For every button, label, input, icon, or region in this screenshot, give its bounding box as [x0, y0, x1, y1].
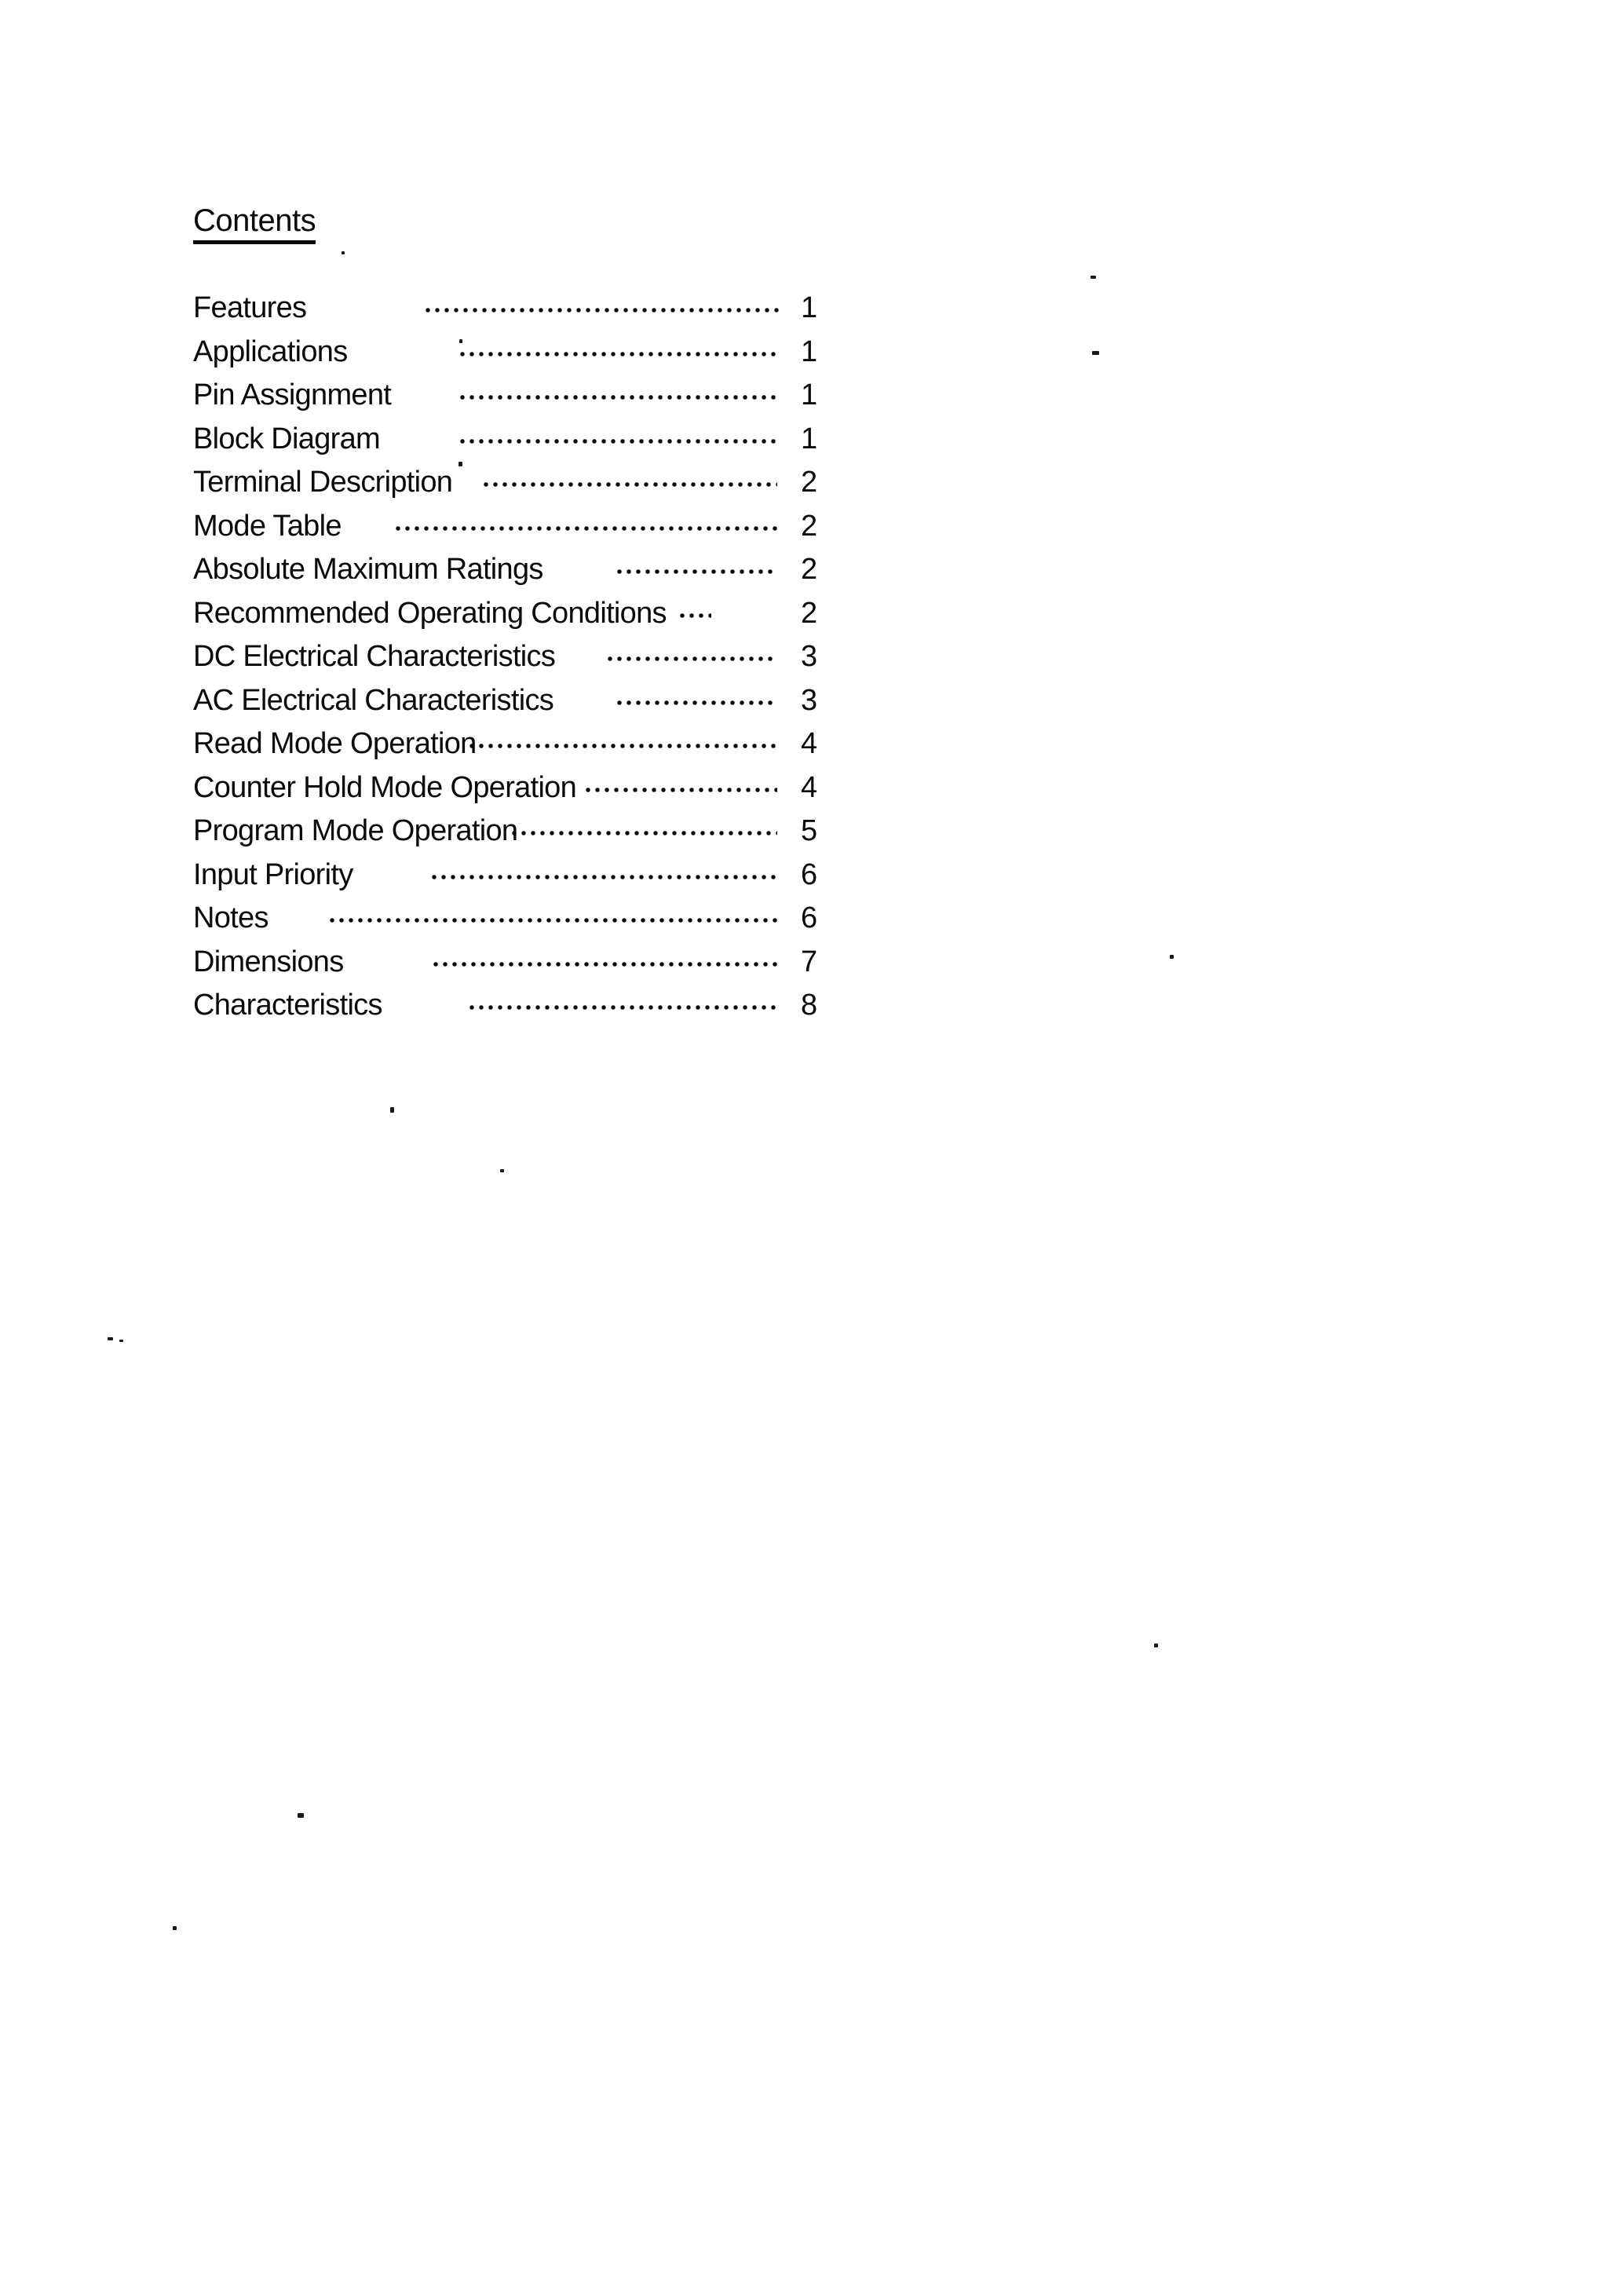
toc-dot-leader: [330, 918, 777, 923]
toc-entry[interactable]: Absolute Maximum Ratings 2: [193, 554, 853, 598]
toc-dot-leader: [484, 482, 777, 488]
toc-entry-label: Features: [193, 291, 307, 324]
toc-entry-label: Counter Hold Mode Operation: [193, 770, 577, 804]
toc-entry-page-number: 1: [801, 335, 818, 368]
toc-entry[interactable]: Applications 1: [193, 336, 853, 380]
toc-entry-label: AC Electrical Characteristics: [193, 683, 554, 717]
scan-speck: [459, 339, 462, 343]
toc-dot-leader: [586, 787, 777, 793]
toc-entry-page-number: 4: [801, 727, 818, 760]
toc-dot-leader: [426, 308, 780, 313]
toc-entry[interactable]: Block Diagram 1: [193, 423, 853, 467]
toc-entry-page-number: 1: [801, 378, 818, 411]
toc-dot-leader: [680, 612, 711, 619]
toc-dot-leader: [512, 831, 777, 836]
scan-speck: [458, 462, 462, 466]
toc-entry-label: Read Mode Operation: [193, 727, 477, 760]
toc-dot-leader: [469, 744, 777, 749]
toc-entry-page-number: 6: [801, 901, 818, 934]
scan-speck: [119, 1340, 123, 1342]
scan-speck: [173, 1926, 177, 1930]
toc-entry-label: Characteristics: [193, 989, 382, 1022]
toc-entry-page-number: 1: [801, 291, 818, 324]
toc-entry[interactable]: DC Electrical Characteristics 3: [193, 641, 853, 685]
toc-dot-leader: [396, 525, 777, 532]
toc-dot-leader: [460, 395, 777, 400]
scan-speck: [1090, 276, 1096, 279]
toc-entry-page-number: 2: [801, 596, 818, 630]
toc-entry[interactable]: Pin Assignment 1: [193, 379, 853, 423]
toc-dot-leader: [469, 1005, 777, 1011]
toc-entry[interactable]: Counter Hold Mode Operation 4: [193, 772, 853, 816]
toc-dot-leader: [617, 700, 777, 706]
toc-entry-label: Recommended Operating Conditions: [193, 596, 667, 630]
toc-entry[interactable]: AC Electrical Characteristics 3: [193, 685, 853, 729]
scan-speck: [500, 1169, 504, 1172]
toc-entry-label: Dimensions: [193, 945, 344, 978]
table-of-contents: Features 1 Applications 1 Pin Assignment 1 Blo…: [193, 292, 853, 1033]
scan-speck: [390, 1107, 394, 1113]
toc-entry-page-number: 5: [801, 814, 818, 847]
toc-entry-label: Block Diagram: [193, 422, 381, 455]
scan-speck: [1154, 1643, 1158, 1647]
toc-entry-label: DC Electrical Characteristics: [193, 640, 556, 673]
toc-entry[interactable]: Terminal Description 2: [193, 466, 853, 510]
scan-speck: [298, 1813, 304, 1818]
toc-dot-leader: [433, 961, 777, 967]
toc-entry-page-number: 8: [801, 989, 818, 1022]
toc-entry-page-number: 6: [801, 857, 818, 891]
toc-entry[interactable]: Mode Table 2: [193, 510, 853, 554]
toc-entry[interactable]: Dimensions 7: [193, 946, 853, 990]
toc-dot-leader: [460, 438, 777, 444]
toc-entry-page-number: 2: [801, 466, 818, 499]
toc-entry-page-number: 3: [801, 640, 818, 673]
toc-entry[interactable]: Recommended Operating Conditions 2: [193, 598, 853, 642]
page-title-text: Contents: [193, 203, 316, 244]
toc-entry-label: Mode Table: [193, 509, 342, 543]
toc-entry-page-number: 7: [801, 945, 818, 978]
toc-dot-leader: [432, 874, 777, 880]
toc-entry[interactable]: Read Mode Operation 4: [193, 728, 853, 772]
toc-entry[interactable]: Characteristics 8: [193, 989, 853, 1033]
toc-entry-label: Input Priority: [193, 857, 353, 891]
toc-entry-label: Notes: [193, 901, 269, 934]
scan-speck: [1170, 955, 1174, 959]
scan-speck: [108, 1337, 113, 1340]
toc-dot-leader: [460, 351, 777, 357]
toc-entry-label: Absolute Maximum Ratings: [193, 553, 543, 586]
toc-entry-label: Program Mode Operation: [193, 814, 518, 847]
toc-dot-leader: [617, 569, 777, 575]
document-page: Contents Features 1 Applications 1 Pin Assig…: [0, 0, 1622, 2296]
toc-entry[interactable]: Input Priority 6: [193, 859, 853, 903]
toc-entry-page-number: 2: [801, 509, 818, 543]
toc-entry[interactable]: Notes 6: [193, 902, 853, 946]
page-title: Contents: [193, 203, 316, 244]
toc-entry[interactable]: Features 1: [193, 292, 853, 336]
toc-entry[interactable]: Program Mode Operation 5: [193, 815, 853, 859]
toc-entry-page-number: 2: [801, 553, 818, 586]
scan-speck: [1092, 351, 1099, 355]
toc-entry-label: Applications: [193, 335, 348, 368]
toc-entry-page-number: 3: [801, 683, 818, 717]
toc-entry-label: Terminal Description: [193, 466, 453, 499]
toc-dot-leader: [608, 656, 777, 662]
toc-entry-page-number: 4: [801, 770, 818, 804]
toc-entry-label: Pin Assignment: [193, 378, 392, 411]
toc-entry-page-number: 1: [801, 422, 818, 455]
scan-speck: [342, 251, 345, 254]
